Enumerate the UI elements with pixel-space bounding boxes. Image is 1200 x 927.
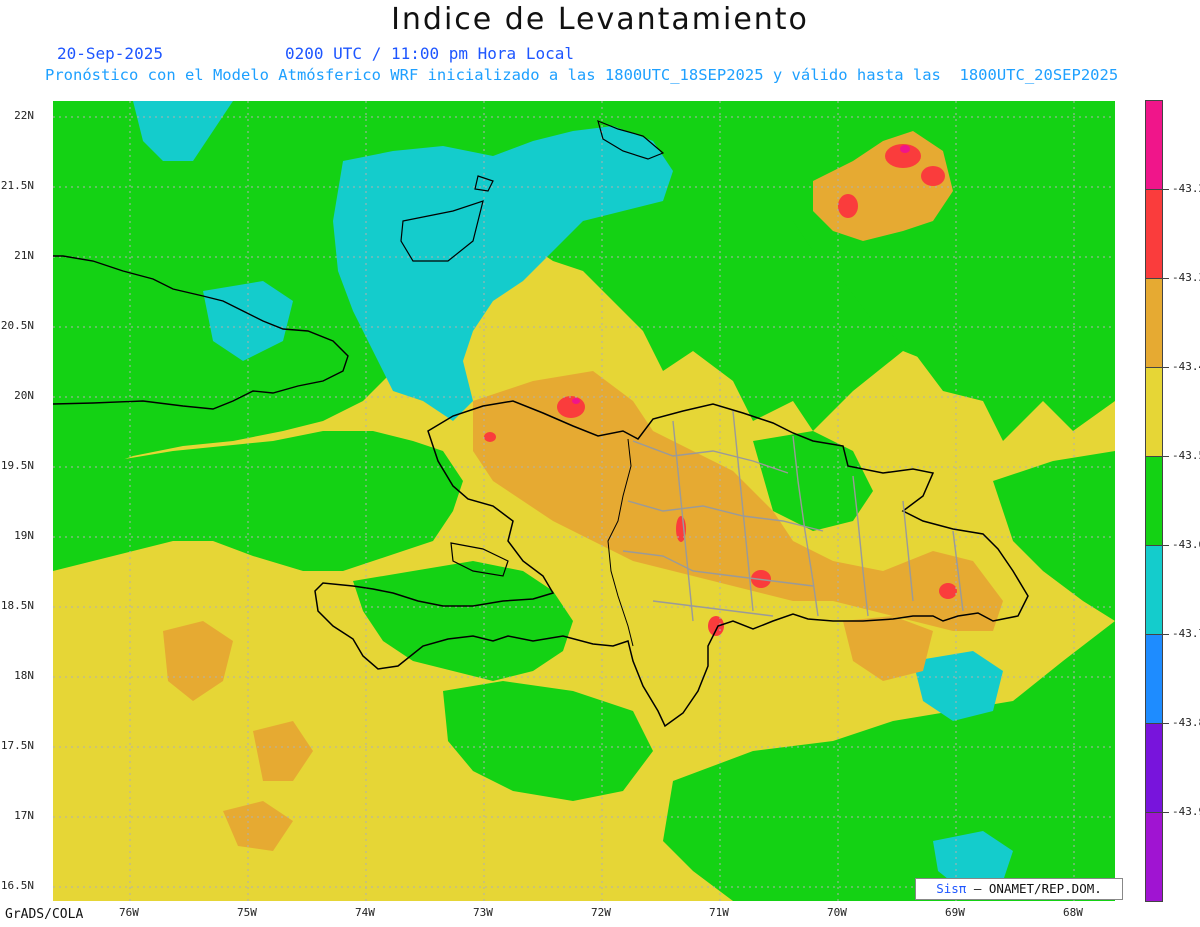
lat-label: 16.5N [0,879,34,892]
legend-value: -43.9 [1172,805,1200,818]
legend-swatch [1145,189,1163,279]
legend-tick [1161,634,1169,635]
lat-label: 17N [14,809,34,822]
lat-label: 18N [14,669,34,682]
legend-value: -43.5 [1172,449,1200,462]
lon-label: 70W [827,906,847,919]
legend-value: -43.4 [1172,360,1200,373]
legend-value: -43.7 [1172,627,1200,640]
legend-swatch [1145,723,1163,813]
credit-text: – ONAMET/REP.DOM. [966,881,1102,896]
lon-label: 74W [355,906,375,919]
lat-label: 17.5N [0,739,34,752]
lat-label: 19N [14,529,34,542]
lon-label: 76W [119,906,139,919]
lat-label: 21.5N [0,179,34,192]
legend-value: -43.6 [1172,538,1200,551]
lon-label: 69W [945,906,965,919]
lat-label: 18.5N [0,599,34,612]
lat-label: 20.5N [0,319,34,332]
field-red-ne-3 [838,194,858,218]
legend-swatch [1145,634,1163,724]
legend-swatch [1145,812,1163,902]
lifted-index-map [53,101,1115,901]
field-red-east [939,583,957,599]
field-magenta-north [572,398,580,404]
legend-value: -43.2 [1172,182,1200,195]
legend-value: -43.8 [1172,716,1200,729]
field-magenta-ne [900,145,910,153]
lat-label: 22N [14,109,34,122]
legend-tick [1161,812,1169,813]
legend-swatch [1145,545,1163,635]
credit-box: Sisπ – ONAMET/REP.DOM. [915,878,1123,900]
forecast-date: 20-Sep-2025 [57,44,163,63]
legend-tick [1161,723,1169,724]
lon-label: 68W [1063,906,1083,919]
field-red-north-coast [557,396,585,418]
lat-label: 21N [14,249,34,262]
sispi-logo-text: Sisπ [936,881,967,896]
forecast-time: 0200 UTC / 11:00 pm Hora Local [285,44,574,63]
lon-label: 72W [591,906,611,919]
legend-tick [1161,545,1169,546]
forecast-description: Pronóstico con el Modelo Atmósferico WRF… [45,66,1119,84]
lat-label: 20N [14,389,34,402]
field-red-ne-2 [921,166,945,186]
lon-label: 75W [237,906,257,919]
legend-swatch [1145,456,1163,546]
map-title: Indice de Levantamiento [391,2,809,37]
legend-tick [1161,189,1169,190]
lat-label: 19.5N [0,459,34,472]
lon-label: 73W [473,906,493,919]
legend-swatch [1145,278,1163,368]
legend-tick [1161,367,1169,368]
legend-tick [1161,278,1169,279]
map-canvas [53,101,1115,901]
field-red-haiti [484,432,496,442]
field-red-south [708,616,724,636]
legend-tick [1161,456,1169,457]
legend-swatch [1145,367,1163,457]
footer-grads: GrADS/COLA [5,907,84,922]
legend-value: -43.3 [1172,271,1200,284]
legend-swatch [1145,100,1163,190]
lon-label: 71W [709,906,729,919]
